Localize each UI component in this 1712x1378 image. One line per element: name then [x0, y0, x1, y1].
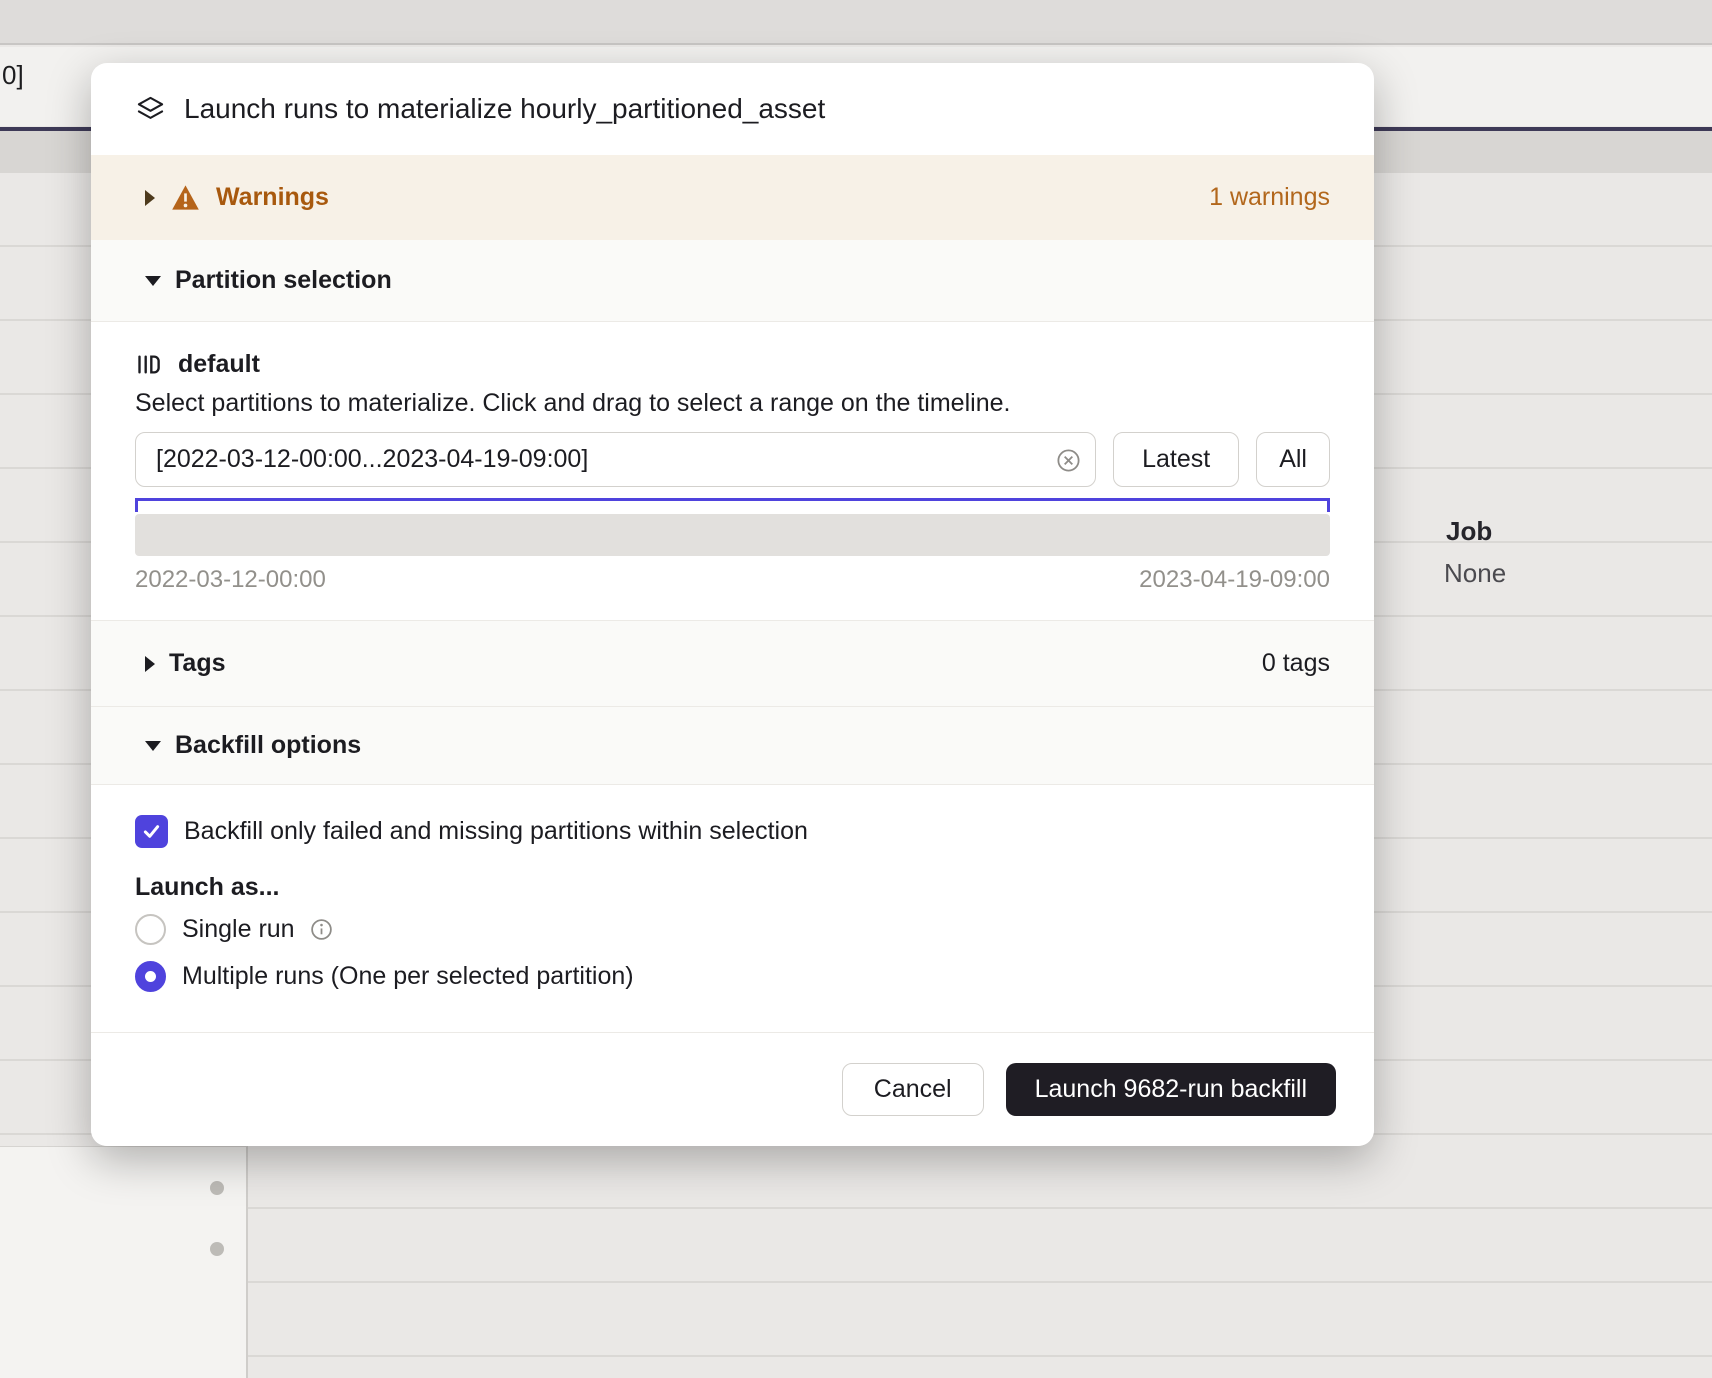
chevron-down-icon — [145, 276, 161, 286]
background-status-dot — [210, 1181, 224, 1195]
backfill-options-content: Backfill only failed and missing partiti… — [91, 785, 1374, 1032]
background-status-dot — [210, 1242, 224, 1256]
circle-x-icon — [1055, 447, 1082, 474]
warning-triangle-icon — [171, 184, 200, 211]
partition-controls-row: Latest All — [135, 432, 1330, 487]
launch-backfill-button[interactable]: Launch 9682-run backfill — [1006, 1063, 1336, 1116]
multiple-runs-label: Multiple runs (One per selected partitio… — [182, 962, 634, 991]
warnings-count: 1 warnings — [1209, 183, 1330, 212]
backfill-options-header[interactable]: Backfill options — [91, 706, 1374, 785]
info-icon[interactable] — [309, 917, 334, 942]
backfill-failed-missing-checkbox-row[interactable]: Backfill only failed and missing partiti… — [135, 815, 1330, 848]
timeline-selection-indicator — [135, 498, 1330, 512]
warnings-section-header[interactable]: Warnings 1 warnings — [91, 155, 1374, 240]
launch-backfill-dialog: Launch runs to materialize hourly_partit… — [91, 63, 1374, 1146]
clear-selection-button[interactable] — [1054, 446, 1082, 474]
partition-selection-title: Partition selection — [175, 266, 392, 295]
cancel-button[interactable]: Cancel — [842, 1063, 984, 1116]
single-run-radio-row[interactable]: Single run — [135, 914, 1330, 945]
checkbox-label: Backfill only failed and missing partiti… — [184, 817, 808, 846]
all-button[interactable]: All — [1256, 432, 1330, 487]
partition-selection-content: default Select partitions to materialize… — [91, 322, 1374, 620]
backfill-options-title: Backfill options — [175, 731, 361, 760]
background-top-bar — [0, 0, 1712, 45]
background-truncated-text: 0] — [2, 60, 24, 91]
chevron-down-icon — [145, 741, 161, 751]
tags-title: Tags — [169, 649, 226, 678]
partition-set-icon — [135, 351, 162, 378]
partition-range-input[interactable] — [135, 432, 1096, 487]
chevron-right-icon — [145, 656, 155, 672]
partition-dimension-name: default — [178, 350, 260, 379]
tags-count: 0 tags — [1262, 649, 1330, 678]
multiple-runs-radio-row[interactable]: Multiple runs (One per selected partitio… — [135, 961, 1330, 992]
dialog-title: Launch runs to materialize hourly_partit… — [184, 93, 825, 125]
dialog-footer: Cancel Launch 9682-run backfill — [91, 1032, 1374, 1146]
background-left-column — [0, 1146, 248, 1378]
partition-dimension-row: default — [135, 347, 1330, 381]
partition-timeline[interactable] — [135, 514, 1330, 556]
warnings-label: Warnings — [216, 183, 329, 212]
timeline-end-label: 2023-04-19-09:00 — [1139, 566, 1330, 594]
background-job-value: None — [1444, 558, 1506, 589]
radio-selected-icon[interactable] — [135, 961, 166, 992]
chevron-right-icon — [145, 190, 155, 206]
timeline-date-labels: 2022-03-12-00:00 2023-04-19-09:00 — [135, 566, 1330, 594]
background-job-label: Job — [1446, 516, 1492, 547]
launch-as-label: Launch as... — [135, 873, 1330, 902]
timeline-selection-line — [135, 498, 1330, 501]
timeline-start-label: 2022-03-12-00:00 — [135, 566, 326, 594]
checkbox-checked-icon[interactable] — [135, 815, 168, 848]
latest-button[interactable]: Latest — [1113, 432, 1239, 487]
partition-selection-header[interactable]: Partition selection — [91, 240, 1374, 322]
radio-unselected-icon[interactable] — [135, 914, 166, 945]
materialize-layers-icon — [135, 94, 166, 125]
tags-section-header[interactable]: Tags 0 tags — [91, 620, 1374, 706]
partition-instructions: Select partitions to materialize. Click … — [135, 389, 1330, 418]
single-run-label: Single run — [182, 915, 295, 944]
dialog-title-bar: Launch runs to materialize hourly_partit… — [91, 63, 1374, 155]
partition-range-input-wrap — [135, 432, 1096, 487]
